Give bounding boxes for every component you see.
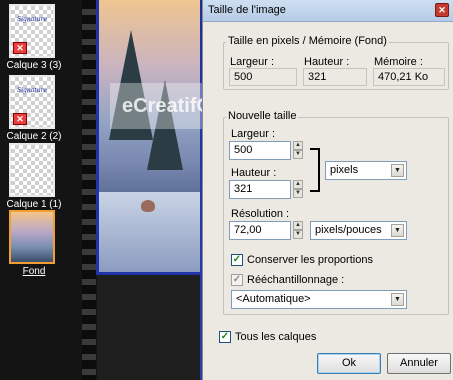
spin-up-icon[interactable]: ▲ — [293, 141, 303, 150]
new-width-label: Largeur : — [231, 128, 276, 140]
checkbox-checked-icon[interactable]: ✓ — [231, 274, 243, 286]
canvas-snow — [99, 192, 213, 272]
chevron-down-icon[interactable]: ▼ — [391, 224, 404, 237]
resample-select-value: <Automatique> — [236, 293, 311, 305]
image-canvas[interactable] — [96, 0, 216, 275]
height-spinner[interactable]: ▲ ▼ — [293, 180, 303, 199]
new-size-group-title: Nouvelle taille — [226, 110, 299, 122]
close-icon[interactable]: ✕ — [435, 3, 449, 17]
layer-item-calque-2[interactable]: Signature ✕ Calque 2 (2) — [4, 75, 78, 142]
signature-text: Signature — [17, 87, 48, 94]
checkbox-checked-icon[interactable]: ✓ — [231, 254, 243, 266]
filmstrip-border — [82, 0, 96, 380]
layer-thumbnail: Signature ✕ — [9, 4, 55, 58]
resolution-input[interactable]: 72,00 — [229, 221, 291, 240]
size-memory-group-title: Taille en pixels / Mémoire (Fond) — [226, 35, 389, 47]
keep-proportions-checkbox[interactable]: ✓ Conserver les proportions — [231, 254, 373, 266]
layer-label: Calque 3 (3) — [6, 60, 62, 71]
dialog-titlebar[interactable]: Taille de l'image ✕ — [203, 0, 453, 22]
spin-down-icon[interactable]: ▼ — [293, 150, 303, 159]
resolution-spinner[interactable]: ▲ ▼ — [293, 221, 303, 240]
mask-icon: ✕ — [13, 42, 27, 54]
mask-icon: ✕ — [13, 113, 27, 125]
height-label: Hauteur : — [304, 56, 350, 68]
keep-proportions-label: Conserver les proportions — [247, 254, 373, 266]
layer-item-calque-3[interactable]: Signature ✕ Calque 3 (3) — [4, 4, 78, 71]
memory-value: 470,21 Ko — [373, 68, 445, 86]
ok-button[interactable]: Ok — [317, 353, 381, 374]
spin-down-icon[interactable]: ▼ — [293, 189, 303, 198]
width-label: Largeur : — [230, 56, 275, 68]
width-spinner[interactable]: ▲ ▼ — [293, 141, 303, 160]
spin-down-icon[interactable]: ▼ — [293, 230, 303, 239]
current-height-value: 321 — [303, 68, 367, 86]
resample-label: Rééchantillonnage : — [247, 274, 345, 286]
signature-text: Signature — [17, 16, 48, 23]
layer-label: Calque 1 (1) — [6, 199, 62, 210]
unit-select[interactable]: pixels ▼ — [325, 161, 407, 180]
bird-shape — [141, 200, 155, 212]
layer-label: Fond — [22, 266, 46, 277]
all-layers-checkbox[interactable]: ✓ Tous les calques — [219, 331, 316, 343]
layer-thumbnail — [9, 143, 55, 197]
new-height-label: Hauteur : — [231, 167, 277, 179]
layer-thumbnail — [9, 210, 55, 264]
cancel-button[interactable]: Annuler — [387, 353, 451, 374]
height-input[interactable]: 321 — [229, 180, 291, 199]
link-bracket — [310, 148, 320, 192]
all-layers-label: Tous les calques — [235, 331, 317, 343]
spin-up-icon[interactable]: ▲ — [293, 180, 303, 189]
spin-up-icon[interactable]: ▲ — [293, 221, 303, 230]
chevron-down-icon[interactable]: ▼ — [391, 293, 404, 306]
image-size-dialog: Taille de l'image ✕ Taille en pixels / M… — [202, 0, 453, 380]
layer-item-fond[interactable]: Fond — [4, 210, 78, 277]
resolution-unit-select[interactable]: pixels/pouces ▼ — [310, 221, 407, 240]
layer-label: Calque 2 (2) — [6, 131, 62, 142]
chevron-down-icon[interactable]: ▼ — [391, 164, 404, 177]
memory-label: Mémoire : — [374, 56, 423, 68]
layer-thumbnail: Signature ✕ — [9, 75, 55, 129]
screen: Signature ✕ Calque 3 (3) Signature ✕ Cal… — [0, 0, 453, 380]
resample-select[interactable]: <Automatique> ▼ — [231, 290, 407, 309]
checkbox-checked-icon[interactable]: ✓ — [219, 331, 231, 343]
resolution-label: Résolution : — [231, 208, 290, 220]
current-width-value: 500 — [229, 68, 297, 86]
resolution-unit-value: pixels/pouces — [315, 224, 382, 236]
unit-select-value: pixels — [330, 164, 359, 176]
width-input[interactable]: 500 — [229, 141, 291, 160]
layer-item-calque-1[interactable]: Calque 1 (1) — [4, 143, 78, 210]
dialog-title: Taille de l'image — [208, 4, 286, 16]
resample-checkbox[interactable]: ✓ Rééchantillonnage : — [231, 274, 344, 286]
